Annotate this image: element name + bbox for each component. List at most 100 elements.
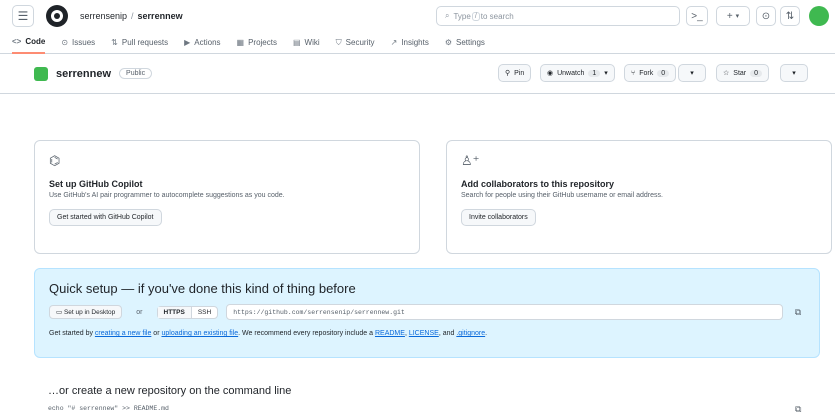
tab-code[interactable]: <> Code	[12, 32, 46, 54]
fork-label: Fork	[639, 69, 654, 77]
create-new-button[interactable]: + ▾	[716, 6, 750, 26]
tab-projects[interactable]: ▦ Projects	[237, 32, 277, 54]
star-icon: ☆	[723, 70, 730, 77]
fork-button[interactable]: ⑂ Fork 0	[624, 64, 677, 82]
table-icon: ▦	[236, 38, 245, 47]
person-add-icon: ♙⁺	[461, 153, 480, 168]
book-icon: ▤	[292, 38, 301, 47]
tab-actions[interactable]: ▶ Actions	[184, 32, 220, 54]
copy-icon[interactable]: ⧉	[791, 307, 805, 318]
invite-collaborators-button[interactable]: Invite collaborators	[461, 209, 536, 226]
cli-command-line: echo "# serrennew" >> README.md	[48, 405, 169, 412]
octocat-icon	[51, 10, 63, 22]
unwatch-label: Unwatch	[557, 69, 585, 77]
pull-requests-button[interactable]: ⇅	[780, 6, 800, 26]
ssh-toggle[interactable]: SSH	[192, 307, 217, 318]
tab-insights[interactable]: ↗ Insights	[391, 32, 429, 54]
star-label: Star	[733, 69, 747, 77]
quick-setup-help: Get started by creating a new file or up…	[49, 330, 805, 337]
quick-setup-row: ▭ Set up in Desktop or HTTPS SSH ⧉	[49, 304, 805, 320]
chevron-down-icon: ▾	[792, 70, 796, 77]
help-prefix: Get started by	[49, 330, 93, 337]
graph-icon: ↗	[390, 38, 398, 47]
copilot-card: ⌬ Set up GitHub Copilot Use GitHub's AI …	[34, 140, 420, 254]
quick-setup-panel: Quick setup — if you've done this kind o…	[34, 268, 820, 358]
quick-setup-title: Quick setup — if you've done this kind o…	[49, 281, 356, 296]
tab-wiki-label: Wiki	[304, 38, 320, 47]
pin-icon: ⚲	[505, 70, 511, 77]
copilot-card-description: Use GitHub's AI pair programmer to autoc…	[49, 192, 285, 199]
hamburger-menu-button[interactable]: ☰	[12, 5, 34, 27]
breadcrumb: serrensenip / serrennew	[80, 11, 183, 21]
collaborators-card-title: Add collaborators to this repository	[461, 179, 615, 189]
copy-icon[interactable]: ⧉	[795, 404, 801, 415]
period: .	[485, 330, 488, 337]
breadcrumb-repo[interactable]: serrennew	[138, 11, 183, 21]
unwatch-button[interactable]: ◉ Unwatch 1 ▾	[540, 64, 615, 82]
tab-settings[interactable]: ⚙ Settings	[445, 32, 485, 54]
copilot-card-title: Set up GitHub Copilot	[49, 179, 143, 189]
star-dropdown-button[interactable]: ▾	[780, 64, 808, 82]
chevron-down-icon: ▾	[735, 13, 740, 20]
play-icon: ▶	[184, 38, 191, 47]
unwatch-count: 1	[588, 69, 601, 77]
fork-dropdown-button[interactable]: ▾	[678, 64, 706, 82]
issue-icon: ⊙	[61, 38, 69, 47]
setup-desktop-button[interactable]: ▭ Set up in Desktop	[49, 305, 123, 319]
create-new-file-link[interactable]: creating a new file	[95, 330, 151, 337]
upload-existing-file-link[interactable]: uploading an existing file	[161, 330, 238, 337]
pull-request-icon: ⇅	[111, 38, 118, 47]
chevron-down-icon: ▾	[690, 70, 694, 77]
tab-security[interactable]: ⛉ Security	[336, 32, 375, 54]
copilot-icon: ⌬	[49, 153, 61, 168]
license-link[interactable]: LICENSE	[409, 330, 439, 337]
pin-button[interactable]: ⚲ Pin	[498, 64, 532, 82]
fork-icon: ⑂	[631, 69, 636, 77]
help-or: or	[153, 330, 160, 337]
tab-code-label: Code	[25, 37, 46, 46]
code-icon: <>	[12, 37, 22, 46]
tab-wiki[interactable]: ▤ Wiki	[293, 32, 320, 54]
tab-projects-label: Projects	[248, 38, 277, 47]
star-count: 0	[750, 69, 763, 77]
tab-insights-label: Insights	[401, 38, 429, 47]
help-mid: . We recommend every repository include …	[238, 330, 374, 337]
collaborators-card-description: Search for people using their GitHub use…	[461, 192, 663, 199]
repo-owner-avatar	[34, 66, 48, 81]
clone-url-input[interactable]	[226, 304, 783, 320]
repo-nav: <> Code ⊙ Issues ⇅ Pull requests ▶ Actions ▦…	[0, 32, 835, 54]
tab-pull-requests[interactable]: ⇅ Pull requests	[111, 32, 168, 54]
top-bar: ☰ serrensenip / serrennew	[0, 0, 835, 32]
visibility-badge: Public	[119, 68, 153, 79]
desktop-icon: ▭	[56, 309, 64, 316]
plus-icon: +	[726, 10, 733, 22]
chevron-down-icon: ▾	[604, 70, 608, 77]
issue-icon: ⊙	[761, 10, 771, 22]
gitignore-link[interactable]: .gitignore	[456, 330, 485, 337]
repo-title[interactable]: serrennew	[56, 68, 111, 80]
issues-button[interactable]: ⊙	[756, 6, 776, 26]
https-toggle[interactable]: HTTPS	[157, 306, 192, 318]
fork-count: 0	[657, 69, 670, 77]
help-and: , and	[438, 330, 455, 337]
setup-desktop-label: Set up in Desktop	[63, 309, 116, 316]
search-prefix: Type	[453, 11, 471, 21]
shield-icon: ⛉	[335, 37, 342, 47]
pull-request-icon: ⇅	[785, 10, 795, 22]
star-button[interactable]: ☆ Star 0	[716, 64, 770, 82]
tab-settings-label: Settings	[456, 38, 485, 47]
search-box[interactable]: ⌕ Type / to search	[436, 6, 680, 26]
cli-section-title: …or create a new repository on the comma…	[48, 385, 292, 397]
tab-issues[interactable]: ⊙ Issues	[61, 32, 95, 54]
github-logo[interactable]	[46, 5, 68, 27]
user-avatar[interactable]	[809, 6, 829, 26]
readme-link[interactable]: README	[375, 330, 405, 337]
command-palette-button[interactable]: >_	[686, 6, 708, 26]
repo-header: serrennew Public	[0, 54, 835, 94]
search-icon: ⌕	[445, 11, 450, 20]
tab-pull-requests-label: Pull requests	[121, 38, 169, 47]
get-started-copilot-button[interactable]: Get started with GitHub Copilot	[49, 209, 162, 226]
breadcrumb-owner[interactable]: serrensenip	[80, 11, 127, 21]
or-label: or	[136, 308, 143, 316]
search-suffix: to search	[480, 11, 514, 21]
